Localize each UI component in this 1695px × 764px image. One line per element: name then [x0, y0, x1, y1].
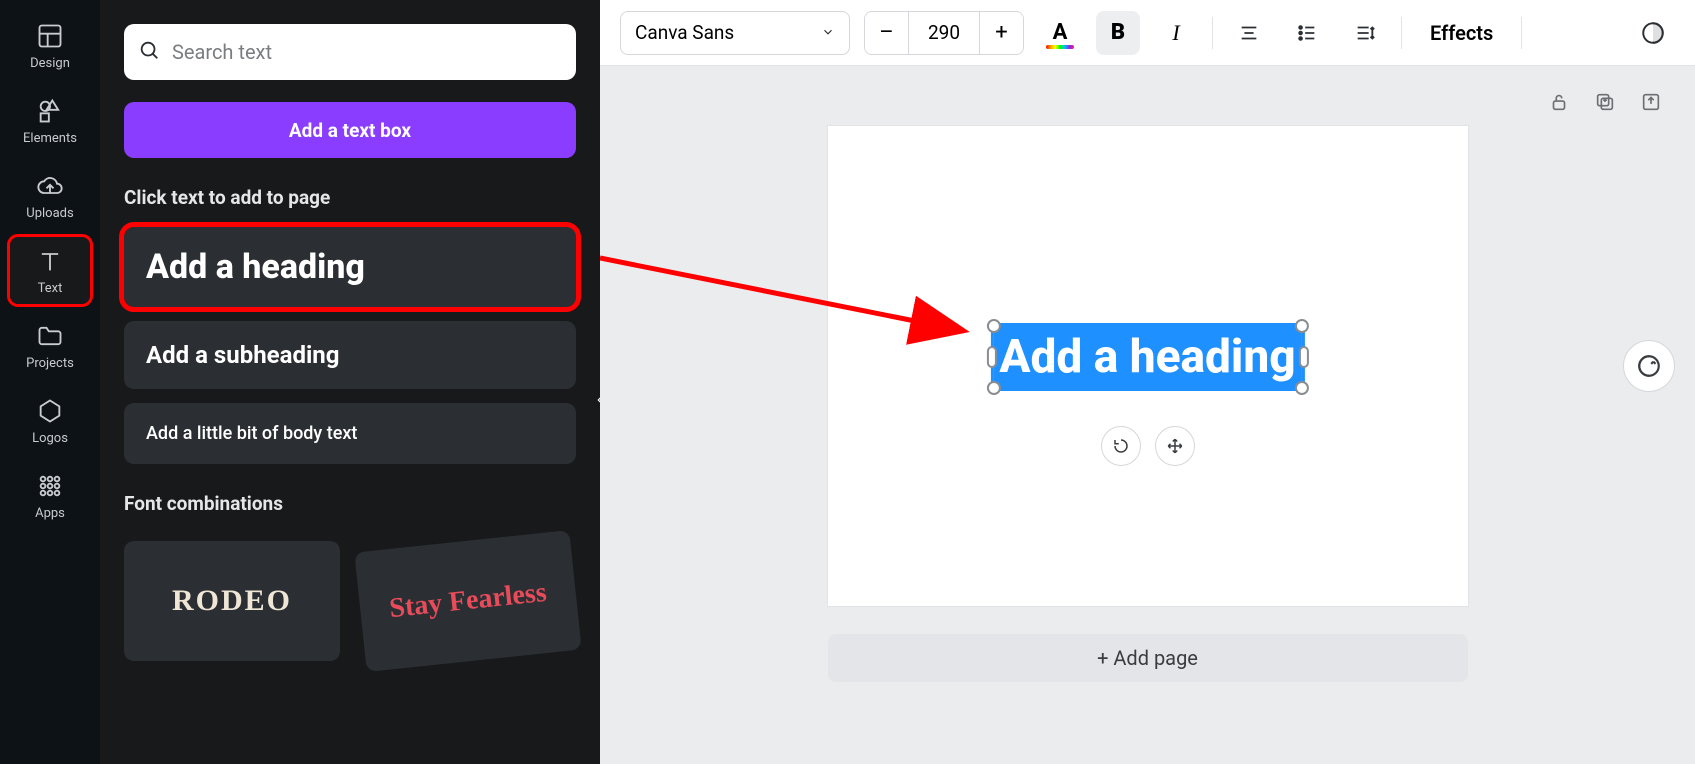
ai-assist-fab[interactable]: [1623, 340, 1675, 392]
divider: [1212, 17, 1213, 49]
apps-grid-icon: [36, 472, 64, 500]
text-color-button[interactable]: A: [1038, 11, 1082, 55]
rotate-button[interactable]: [1101, 426, 1141, 466]
layout-icon: [36, 22, 64, 50]
resize-handle-tl[interactable]: [986, 319, 1000, 333]
color-spectrum-icon: [1046, 45, 1074, 49]
font-combo-rodeo[interactable]: RODEO: [124, 541, 340, 661]
add-heading-option[interactable]: Add a heading: [124, 227, 576, 307]
rail-design[interactable]: Design: [10, 12, 90, 79]
spacing-button[interactable]: [1343, 11, 1387, 55]
canvas-area: Canva Sans – + A B I Effects Add a headi: [600, 0, 1695, 764]
rail-logos[interactable]: Logos: [10, 387, 90, 454]
shapes-icon: [36, 97, 64, 125]
move-button[interactable]: [1155, 426, 1195, 466]
text-icon: [36, 247, 64, 275]
font-combinations: RODEO Stay Fearless: [124, 541, 576, 661]
resize-handle-r[interactable]: [1299, 346, 1309, 368]
search-container: [124, 24, 576, 80]
font-combo-fearless[interactable]: Stay Fearless: [354, 530, 581, 672]
logo-icon: [36, 397, 64, 425]
rail-apps[interactable]: Apps: [10, 462, 90, 529]
add-text-box-button[interactable]: Add a text box: [124, 102, 576, 158]
resize-handle-br[interactable]: [1295, 381, 1309, 395]
rail-label: Apps: [35, 506, 65, 521]
rail-projects[interactable]: Projects: [10, 312, 90, 379]
element-float-controls: [1101, 426, 1195, 466]
alignment-button[interactable]: [1227, 11, 1271, 55]
rail-uploads[interactable]: Uploads: [10, 162, 90, 229]
rail-label: Elements: [23, 131, 77, 146]
search-icon: [138, 39, 160, 65]
transparency-button[interactable]: [1631, 11, 1675, 55]
left-rail: Design Elements Uploads Text Projects Lo…: [0, 0, 100, 764]
resize-handle-tr[interactable]: [1295, 319, 1309, 333]
font-size-decrease-button[interactable]: –: [865, 12, 909, 54]
font-size-input[interactable]: [909, 21, 979, 44]
font-family-value: Canva Sans: [635, 21, 734, 44]
cloud-upload-icon: [36, 172, 64, 200]
section-label: Click text to add to page: [124, 186, 576, 209]
rail-text[interactable]: Text: [10, 237, 90, 304]
folder-icon: [36, 322, 64, 350]
editor-toolbar: Canva Sans – + A B I Effects: [600, 0, 1695, 66]
divider: [1521, 17, 1522, 49]
add-subheading-option[interactable]: Add a subheading: [124, 321, 576, 389]
resize-handle-bl[interactable]: [986, 381, 1000, 395]
canvas-page[interactable]: Add a heading: [828, 126, 1468, 606]
text-element-content: Add a heading: [999, 330, 1295, 384]
rail-label: Text: [38, 281, 63, 296]
add-page-button[interactable]: + Add page: [828, 634, 1468, 682]
rail-label: Design: [30, 56, 70, 71]
font-combinations-label: Font combinations: [124, 492, 576, 515]
rail-label: Uploads: [26, 206, 73, 221]
chevron-down-icon: [821, 21, 835, 44]
italic-button[interactable]: I: [1154, 11, 1198, 55]
rail-label: Projects: [26, 356, 74, 371]
divider: [1401, 17, 1402, 49]
stage: Add a heading + Add page: [600, 66, 1695, 764]
effects-button[interactable]: Effects: [1416, 11, 1507, 55]
bold-button[interactable]: B: [1096, 11, 1140, 55]
list-button[interactable]: [1285, 11, 1329, 55]
add-body-text-option[interactable]: Add a little bit of body text: [124, 403, 576, 464]
text-panel: Add a text box Click text to add to page…: [100, 0, 600, 764]
search-input[interactable]: [172, 40, 562, 64]
selected-text-element[interactable]: Add a heading: [993, 326, 1301, 388]
font-size-increase-button[interactable]: +: [979, 12, 1023, 54]
font-family-select[interactable]: Canva Sans: [620, 11, 850, 55]
resize-handle-l[interactable]: [986, 346, 996, 368]
font-size-group: – +: [864, 11, 1024, 55]
rail-elements[interactable]: Elements: [10, 87, 90, 154]
rail-label: Logos: [32, 431, 68, 446]
